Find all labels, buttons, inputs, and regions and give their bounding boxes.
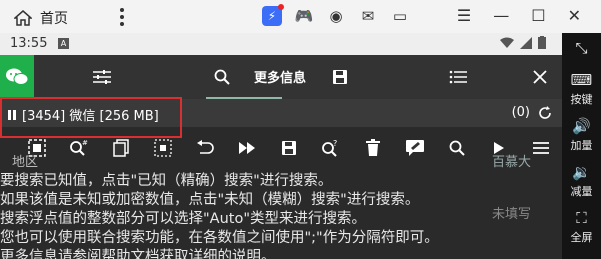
save-icon[interactable] — [328, 55, 352, 99]
edit-note-icon[interactable] — [402, 135, 428, 161]
side-item-volume-up[interactable]: 🔊 加量 — [562, 117, 601, 153]
side-item-label: 减量 — [570, 185, 593, 198]
help-line: 更多信息请参阅帮助文档获取详细的说明。 — [0, 249, 276, 259]
find-icon[interactable] — [444, 135, 470, 161]
menu-icon[interactable] — [528, 135, 554, 161]
select-all-icon[interactable] — [24, 135, 50, 161]
refresh-icon[interactable] — [538, 105, 552, 120]
android-screen: 13:55 A 地区 百慕大 要搜索已知值，点击"已知（精确）搜索"进行搜索。 … — [0, 33, 562, 259]
unfilled-note: 未填写 — [492, 207, 532, 222]
tool-row: # ? — [0, 131, 562, 167]
home-label: 首页 — [40, 11, 68, 27]
svg-text:#: # — [82, 139, 88, 147]
status-time: 13:55 — [10, 36, 48, 51]
signal-icon — [520, 36, 532, 49]
collapse-icon: ⤡ — [575, 39, 588, 57]
side-item-label: 加量 — [570, 139, 593, 152]
wechat-icon — [6, 68, 29, 85]
overlay-title[interactable]: 更多信息 — [254, 67, 306, 86]
side-item-label: 按键 — [570, 93, 593, 106]
status-bar: 13:55 A — [0, 33, 562, 55]
window-icon[interactable]: ▭ — [390, 6, 410, 26]
delete-icon[interactable] — [360, 135, 386, 161]
settings-sliders-icon[interactable] — [90, 55, 114, 99]
volume-up-icon: 🔊 — [572, 117, 591, 135]
play-icon[interactable] — [486, 135, 512, 161]
help-line: 如果该值是未知或加密数值，点击"未知（模糊）搜索"进行搜索。 — [0, 192, 420, 208]
search-results-icon[interactable]: # — [66, 135, 92, 161]
emulator-side-panel: ⤡ ⌨ 按键 🔊 加量 🔉 减量 ⛶ 全屏 — [562, 33, 601, 259]
copy-icon[interactable] — [108, 135, 134, 161]
maximize-icon[interactable]: ☐ — [531, 6, 545, 25]
search-help-icon[interactable]: ? — [318, 135, 344, 161]
overlay-toolbar: 更多信息 — [0, 55, 562, 99]
save-list-icon[interactable] — [276, 135, 302, 161]
close-overlay-icon[interactable] — [528, 55, 552, 99]
side-item-fullscreen[interactable]: ⛶ 全屏 — [562, 209, 601, 245]
home-icon — [14, 10, 32, 26]
notification-badge: A — [58, 38, 69, 49]
svg-text:?: ? — [333, 139, 337, 148]
user-icon[interactable]: ◉ — [326, 6, 346, 26]
assistant-icon[interactable]: ⚡ — [262, 4, 284, 26]
emulator-titlebar: 首页 ⚡ 🎮 ◉ ✉ ▭ ☰ — ☐ ✕ — [0, 0, 601, 33]
side-item-volume-down[interactable]: 🔉 减量 — [562, 163, 601, 199]
select-region-icon[interactable] — [150, 135, 176, 161]
side-item-fullscreen-toggle[interactable]: ⤡ — [562, 39, 601, 59]
background-page: 地区 百慕大 要搜索已知值，点击"已知（精确）搜索"进行搜索。 如果该值是未知或… — [0, 153, 562, 259]
home-tab[interactable]: 首页 — [14, 8, 68, 28]
keyboard-icon: ⌨ — [570, 71, 593, 89]
minimize-icon[interactable]: — — [493, 6, 509, 25]
battery-icon — [538, 36, 546, 49]
menu-icon[interactable]: ☰ — [457, 6, 471, 25]
mail-icon[interactable]: ✉ — [358, 6, 378, 26]
side-item-label: 全屏 — [570, 231, 593, 244]
result-count: (0) — [511, 105, 530, 120]
wifi-icon — [500, 37, 514, 48]
close-icon[interactable]: ✕ — [568, 6, 581, 25]
volume-down-icon: 🔉 — [572, 163, 591, 181]
more-vertical-icon[interactable] — [120, 8, 124, 26]
wechat-app-icon[interactable] — [0, 55, 34, 99]
help-line: 您也可以使用联合搜索功能，在各数值之间使用";"作为分隔符即可。 — [0, 230, 439, 246]
gamepad-icon[interactable]: 🎮 — [294, 6, 314, 26]
fast-forward-icon[interactable] — [234, 135, 260, 161]
fullscreen-icon: ⛶ — [576, 209, 587, 227]
help-line: 搜索浮点值的整数部分可以选择"Auto"类型来进行搜索。 — [0, 211, 367, 227]
side-item-keys[interactable]: ⌨ 按键 — [562, 71, 601, 107]
help-line: 要搜索已知值，点击"已知（精确）搜索"进行搜索。 — [0, 173, 333, 189]
undo-icon[interactable] — [192, 135, 218, 161]
search-icon[interactable] — [210, 55, 234, 99]
list-icon[interactable] — [446, 55, 470, 99]
